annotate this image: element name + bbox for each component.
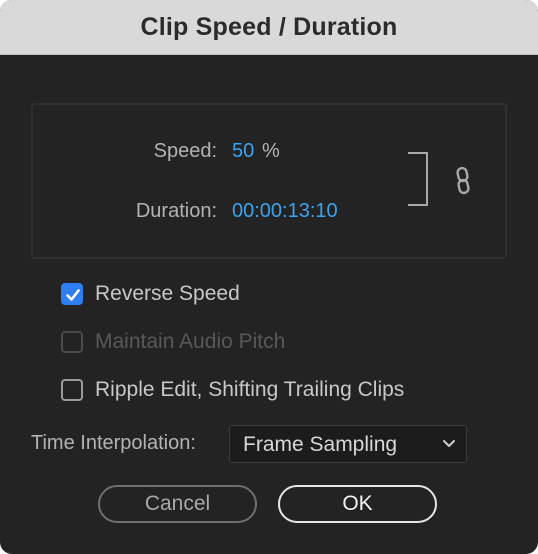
reverse-speed-checkbox[interactable]	[61, 283, 83, 305]
dialog-title: Clip Speed / Duration	[140, 12, 398, 41]
link-bracket	[408, 152, 428, 206]
speed-duration-panel	[31, 103, 507, 259]
time-interpolation-value: Frame Sampling	[243, 433, 398, 456]
chevron-down-icon	[443, 440, 455, 447]
time-interpolation-label: Time Interpolation:	[31, 432, 196, 454]
speed-value-field[interactable]: 50	[232, 140, 254, 163]
duration-value-field[interactable]: 00:00:13:10	[232, 200, 338, 223]
time-interpolation-select[interactable]: Frame Sampling	[229, 425, 467, 463]
maintain-audio-pitch-checkbox	[61, 331, 83, 353]
ok-button[interactable]: OK	[278, 485, 437, 523]
maintain-audio-pitch-label: Maintain Audio Pitch	[95, 330, 286, 353]
speed-unit-label: %	[262, 140, 280, 162]
reverse-speed-option[interactable]: Reverse Speed	[61, 281, 240, 307]
dialog-titlebar[interactable]: Clip Speed / Duration	[0, 0, 538, 55]
checkmark-icon	[66, 289, 80, 301]
speed-label: Speed:	[153, 140, 217, 162]
clip-speed-duration-dialog: Clip Speed / Duration Speed: 50 % Durati…	[0, 0, 538, 554]
link-icon[interactable]	[452, 166, 474, 196]
maintain-audio-pitch-option: Maintain Audio Pitch	[61, 329, 285, 355]
cancel-button[interactable]: Cancel	[98, 485, 257, 523]
ripple-edit-label: Ripple Edit, Shifting Trailing Clips	[95, 378, 405, 401]
reverse-speed-label: Reverse Speed	[95, 282, 240, 305]
ripple-edit-option[interactable]: Ripple Edit, Shifting Trailing Clips	[61, 377, 404, 403]
duration-label: Duration:	[135, 200, 217, 222]
ripple-edit-checkbox[interactable]	[61, 379, 83, 401]
